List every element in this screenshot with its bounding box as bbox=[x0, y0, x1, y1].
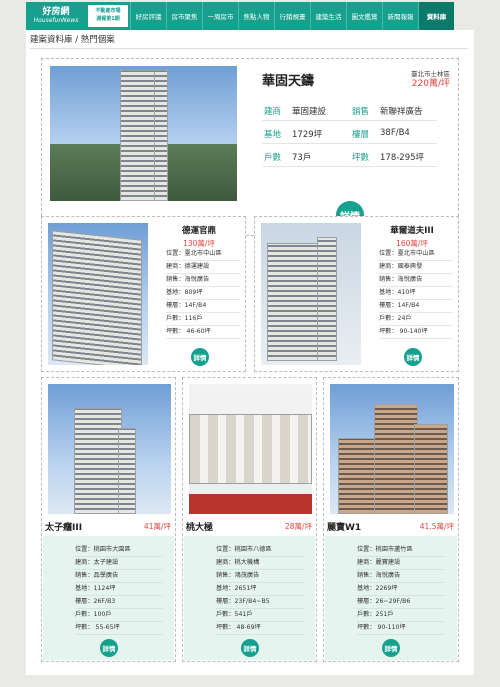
project-detail-row: 位置：桃園市大園區 bbox=[75, 544, 163, 557]
issue-badge-line2: 週報第1期 bbox=[96, 16, 120, 22]
project-detail-row: 樓層：23F/B4~B5 bbox=[216, 596, 304, 609]
field-label: 戶數 bbox=[264, 153, 282, 163]
project-price: 41.5萬/坪 bbox=[419, 522, 454, 531]
nav-item-weekly[interactable]: 一周房市 bbox=[202, 2, 238, 30]
project-detail-row: 戶數：24戶 bbox=[379, 313, 453, 326]
project-detail-row: 銷售：海悅廣告 bbox=[166, 274, 240, 287]
project-detail-row: 樓層：14F/B4 bbox=[166, 300, 240, 313]
field-value: 1729坪 bbox=[292, 130, 323, 140]
field-label: 坪數 bbox=[352, 153, 370, 163]
nav-item-gallery[interactable]: 圖文鑑賞 bbox=[346, 2, 382, 30]
issue-badge-line1: 不動產市場 bbox=[95, 8, 121, 14]
project-card[interactable]: 太子癮III 41萬/坪 位置：桃園市大園區 建商：太子建設 銷售：品學廣告 基… bbox=[41, 377, 176, 662]
project-detail-row: 銷售：海悅廣告 bbox=[357, 570, 445, 583]
nav-item-review[interactable]: 好房評議 bbox=[130, 2, 166, 30]
project-title: 太子癮III bbox=[45, 523, 83, 533]
project-card[interactable]: 麗寶W1 41.5萬/坪 位置：桃園市蘆竹區 建商：麗寶建設 銷售：海悅廣告 基… bbox=[323, 377, 459, 662]
project-detail-button[interactable]: 詳情 bbox=[382, 639, 400, 657]
project-detail-row: 建商：麗寶建設 bbox=[357, 557, 445, 570]
project-detail-row: 銷售：鴻茂廣告 bbox=[216, 570, 304, 583]
project-photo[interactable] bbox=[330, 384, 454, 514]
project-price: 41萬/坪 bbox=[143, 522, 171, 531]
field-value: 178-295坪 bbox=[380, 153, 425, 163]
divider bbox=[30, 48, 468, 49]
project-detail-row: 位置：桃園市蘆竹區 bbox=[357, 544, 445, 557]
project-detail-row: 坪數： 55-65坪 bbox=[75, 622, 163, 635]
project-photo[interactable] bbox=[189, 384, 312, 514]
project-title: 德運官鼎 bbox=[181, 226, 216, 236]
project-detail-button[interactable]: 詳情 bbox=[100, 639, 118, 657]
featured-row: 基地 1729坪 樓層 38F/B4 bbox=[262, 122, 437, 144]
project-info-panel: 位置：桃園市蘆竹區 建商：麗寶建設 銷售：海悅廣告 基地：2269坪 樓層：26… bbox=[325, 536, 457, 660]
project-photo[interactable] bbox=[48, 223, 148, 365]
nav-item-database[interactable]: 資料庫 bbox=[418, 2, 454, 30]
project-detail-row: 戶數：251戶 bbox=[357, 609, 445, 622]
nav-item-people[interactable]: 焦點人物 bbox=[238, 2, 274, 30]
project-detail-row: 基地：2269坪 bbox=[357, 583, 445, 596]
project-detail-row: 銷售：海悅廣告 bbox=[379, 274, 453, 287]
project-title: 桃大極 bbox=[186, 523, 214, 533]
breadcrumb: 建案資料庫 / 熱門個案 bbox=[30, 35, 115, 45]
project-photo[interactable] bbox=[261, 223, 361, 365]
nav-item-living[interactable]: 建築生活 bbox=[310, 2, 346, 30]
field-label: 基地 bbox=[264, 130, 282, 140]
project-detail-row: 樓層：14F/B4 bbox=[379, 300, 453, 313]
field-label: 銷售 bbox=[352, 107, 370, 117]
project-detail-row: 建商：桃大機構 bbox=[216, 557, 304, 570]
project-detail-row: 基地：809坪 bbox=[166, 287, 240, 300]
project-detail-row: 坪數： 90-140坪 bbox=[379, 326, 453, 339]
project-detail-row: 位置：臺北市中山區 bbox=[379, 248, 453, 261]
field-value: 新聯祥廣告 bbox=[380, 107, 423, 117]
project-detail-row: 戶數：100戶 bbox=[75, 609, 163, 622]
project-detail-row: 位置：桃園市八德區 bbox=[216, 544, 304, 557]
project-detail-row: 銷售：品學廣告 bbox=[75, 570, 163, 583]
featured-row: 建商 華固建設 銷售 新聯祥廣告 bbox=[262, 99, 437, 121]
featured-price: 220萬/坪 bbox=[411, 79, 450, 89]
project-detail-button[interactable]: 詳情 bbox=[241, 639, 259, 657]
content-panel: 建案資料庫 / 熱門個案 華固天鑄 臺北市士林區 220萬/坪 建商 華固建設 … bbox=[26, 30, 474, 675]
project-info-panel: 位置：桃園市大園區 建商：太子建設 銷售：品學廣告 基地：1124坪 樓層：26… bbox=[43, 536, 174, 660]
project-card[interactable]: 桃大極 28萬/坪 位置：桃園市八德區 建商：桃大機構 銷售：鴻茂廣告 基地：2… bbox=[182, 377, 317, 662]
project-detail-row: 樓層：26F/B3 bbox=[75, 596, 163, 609]
project-detail-row: 戶數：541戶 bbox=[216, 609, 304, 622]
issue-badge[interactable]: 不動產市場 週報第1期 bbox=[88, 5, 128, 27]
project-detail-row: 坪數： 46-60坪 bbox=[166, 326, 240, 339]
field-value: 華固建設 bbox=[292, 107, 327, 117]
project-detail-row: 基地：2651坪 bbox=[216, 583, 304, 596]
site-logo[interactable]: 好房網 HousefunNews bbox=[26, 2, 86, 30]
nav-item-market-focus[interactable]: 房市聚焦 bbox=[166, 2, 202, 30]
logo-text: 好房網 bbox=[42, 7, 70, 17]
project-detail-row: 基地：1124坪 bbox=[75, 583, 163, 596]
project-detail-row: 基地：410坪 bbox=[379, 287, 453, 300]
project-detail-button[interactable]: 詳情 bbox=[404, 348, 422, 366]
field-label: 建商 bbox=[264, 107, 282, 117]
project-detail-row: 位置：臺北市中山區 bbox=[166, 248, 240, 261]
top-nav: 好房網 HousefunNews 不動產市場 週報第1期 好房評議 房市聚焦 一… bbox=[26, 2, 454, 30]
project-detail-row: 樓層：26~29F/B6 bbox=[357, 596, 445, 609]
project-detail-row: 戶數：116戶 bbox=[166, 313, 240, 326]
project-detail-row: 坪數： 48-69坪 bbox=[216, 622, 304, 635]
project-info-panel: 位置：桃園市八德區 建商：桃大機構 銷售：鴻茂廣告 基地：2651坪 樓層：23… bbox=[184, 536, 315, 660]
featured-photo[interactable] bbox=[50, 66, 237, 201]
project-detail-button[interactable]: 詳情 bbox=[191, 348, 209, 366]
project-card[interactable]: 德運官鼎 130萬/坪 位置：臺北市中山區 建商：德運建設 銷售：海悅廣告 基地… bbox=[41, 216, 246, 372]
project-title: 麗寶W1 bbox=[327, 523, 362, 533]
project-detail-row: 建商：德運建設 bbox=[166, 261, 240, 274]
project-photo[interactable] bbox=[48, 384, 171, 514]
project-title: 華爾道夫III bbox=[390, 226, 434, 236]
project-detail-row: 建商：太子建設 bbox=[75, 557, 163, 570]
project-price: 28萬/坪 bbox=[284, 522, 312, 531]
nav-item-news[interactable]: 新聞報報 bbox=[382, 2, 418, 30]
field-value: 73戶 bbox=[292, 153, 312, 163]
logo-subtext: HousefunNews bbox=[33, 17, 79, 24]
nav-item-marketing[interactable]: 行銷規畫 bbox=[274, 2, 310, 30]
project-detail-row: 坪數： 90-110坪 bbox=[357, 622, 445, 635]
project-detail-row: 建商：國泰興發 bbox=[379, 261, 453, 274]
featured-row: 戶數 73戶 坪數 178-295坪 bbox=[262, 145, 437, 167]
field-label: 樓層 bbox=[352, 130, 370, 140]
featured-card[interactable]: 華固天鑄 臺北市士林區 220萬/坪 建商 華固建設 銷售 新聯祥廣告 基地 1… bbox=[41, 58, 459, 236]
project-card[interactable]: 華爾道夫III 160萬/坪 位置：臺北市中山區 建商：國泰興發 銷售：海悅廣告… bbox=[254, 216, 459, 372]
featured-title: 華固天鑄 bbox=[262, 74, 315, 89]
field-value: 38F/B4 bbox=[380, 128, 410, 138]
